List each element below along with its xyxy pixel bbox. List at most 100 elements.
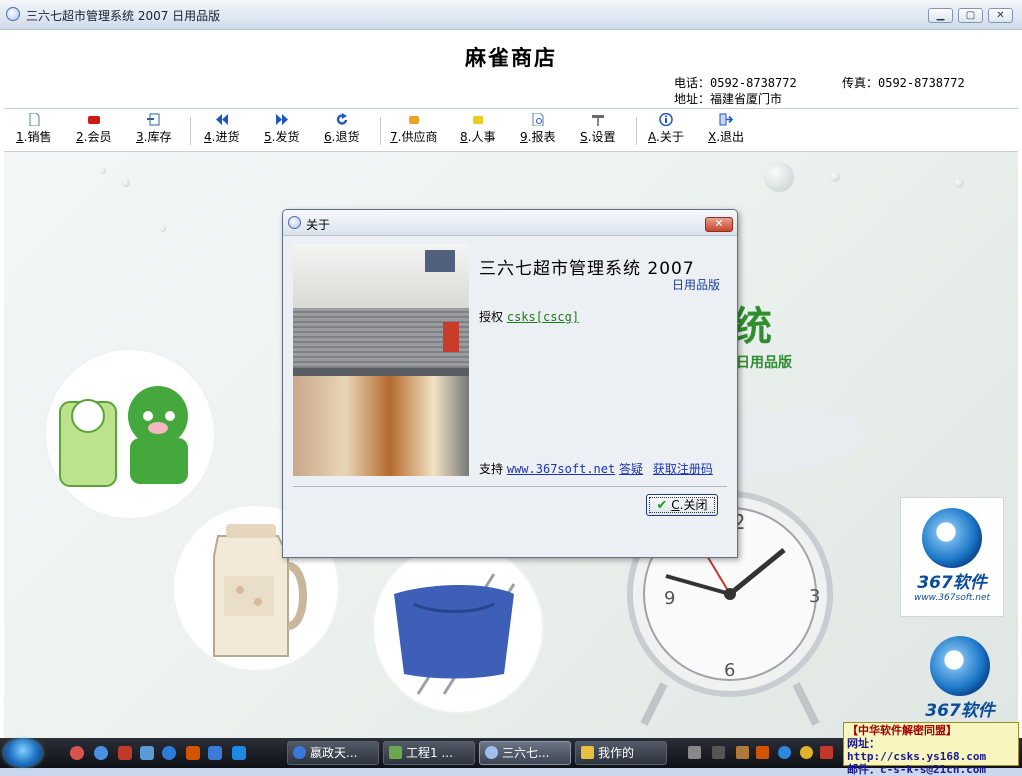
tray-icon[interactable]: [736, 746, 749, 759]
supplier-icon: [408, 116, 419, 124]
toolbar-supplier-key: 7: [390, 130, 398, 144]
support-url-link[interactable]: www.367soft.net: [507, 462, 615, 476]
tray-icon[interactable]: [820, 746, 833, 759]
close-button[interactable]: ✕: [988, 8, 1013, 23]
toolbar-personnel-key: 8: [460, 130, 468, 144]
taskbar-button[interactable]: 我作的: [575, 741, 667, 765]
dialog-title: 关于: [306, 218, 331, 232]
keyboard-icon[interactable]: [688, 746, 701, 759]
task-label: 嬴政天...: [310, 746, 358, 760]
swirl-logo-icon: [930, 636, 990, 696]
toolbar-about[interactable]: A.关于: [648, 111, 684, 149]
toolbar-member[interactable]: 2.会员: [76, 111, 111, 149]
quicklaunch-icon[interactable]: [186, 746, 200, 760]
toolbar-report[interactable]: 9.报表: [520, 111, 555, 149]
logo-brand: 367软件: [917, 573, 987, 593]
window-title: 三六七超市管理系统 2007 日用品版: [26, 9, 221, 23]
toolbar-settings-label: .设置: [587, 130, 616, 144]
supermarket-photo: [293, 244, 469, 476]
quicklaunch-icon[interactable]: [140, 746, 154, 760]
toolbar-about-key: A: [648, 130, 656, 144]
store-fax: 传真：0592-8738772: [842, 76, 965, 90]
clothes-rack-image: [394, 573, 516, 695]
exit-icon: [719, 113, 734, 126]
store-header: 麻雀商店 电话：0592-8738772 传真：0592-8738772 地址：…: [4, 30, 1018, 108]
task-icon: [485, 746, 498, 759]
quicklaunch-icon[interactable]: [70, 746, 84, 760]
toolbar-member-key: 2: [76, 130, 84, 144]
about-dialog: 关于 ✕ 三六七超市管理系统 2007 日用品版 授权 csks[cscg] 支…: [282, 209, 738, 558]
dialog-close-action-button[interactable]: ✔ C.关闭: [646, 494, 718, 516]
toolbar-purchase[interactable]: 4.进货: [204, 111, 239, 149]
start-button[interactable]: [4, 739, 42, 767]
toolbar-ship[interactable]: 5.发货: [264, 111, 299, 149]
taskbar-button-active[interactable]: 三六七...: [479, 741, 571, 765]
tray-icon[interactable]: [778, 746, 791, 759]
license-label: 授权: [479, 310, 504, 324]
logo-site: www.367soft.net: [913, 593, 991, 603]
toolbar-inventory-label: .库存: [143, 130, 172, 144]
get-registration-code-link[interactable]: 获取注册码: [653, 462, 713, 476]
bg-edition-text: 日用品版: [736, 355, 792, 371]
store-address: 地址：福建省厦门市: [674, 92, 783, 106]
toolbar-supplier[interactable]: 7.供应商: [390, 111, 437, 149]
window-titlebar[interactable]: 三六七超市管理系统 2007 日用品版 ▁ ▢ ✕: [0, 0, 1022, 30]
toolbar-inventory-key: 3: [136, 130, 144, 144]
minimize-button[interactable]: ▁: [928, 8, 953, 23]
faq-link[interactable]: 答疑: [619, 462, 643, 476]
close-key: C: [671, 498, 680, 512]
toolbar-separator: [380, 117, 381, 145]
toolbar-exit-key: X: [708, 130, 717, 144]
quicklaunch-icon[interactable]: [118, 746, 132, 760]
document-icon: [29, 113, 40, 126]
main-toolbar: 1.销售 2.会员 3.库存 4.进货 5.发货 6.退货 7.供应商 8.人事…: [4, 108, 1018, 152]
tray-icon[interactable]: [756, 746, 769, 759]
taskbar-button[interactable]: 工程1 ...: [383, 741, 475, 765]
tray-icon[interactable]: [800, 746, 813, 759]
decor-bubble: [954, 178, 964, 188]
dialog-app-name: 三六七超市管理系统 2007: [479, 259, 695, 279]
taskbar-button[interactable]: 嬴政天...: [287, 741, 379, 765]
decor-bubble: [100, 168, 106, 174]
task-icon: [581, 746, 594, 759]
toolbar-personnel[interactable]: 8.人事: [460, 111, 495, 149]
toolbar-return-key: 6: [324, 130, 332, 144]
inventory-icon: [146, 113, 160, 126]
checkmark-icon: ✔: [656, 498, 668, 513]
quicklaunch-icon[interactable]: [94, 746, 108, 760]
task-label: 三六七...: [502, 746, 550, 760]
tray-icon[interactable]: [712, 746, 725, 759]
banner-line-2: 网址：http://csks.ys168.com: [847, 737, 987, 763]
maximize-button[interactable]: ▢: [958, 8, 983, 23]
toolbar-return[interactable]: 6.退货: [324, 111, 359, 149]
license-value[interactable]: csks[cscg]: [507, 310, 579, 324]
license-row: 授权 csks[cscg]: [479, 308, 579, 325]
logo-brand-2: 367软件: [925, 701, 995, 721]
dialog-edition: 日用品版: [672, 278, 721, 292]
close-label: .关闭: [679, 498, 708, 512]
ie-browser-icon[interactable]: [162, 746, 176, 760]
quicklaunch-icon[interactable]: [232, 746, 246, 760]
task-icon: [389, 746, 402, 759]
toolbar-about-label: .关于: [656, 130, 684, 144]
arrow-right-icon: [275, 114, 288, 125]
svg-text:9: 9: [664, 588, 675, 609]
toolbar-settings-key: S: [580, 130, 588, 144]
task-label: 工程1 ...: [406, 746, 453, 760]
report-icon: [532, 113, 544, 126]
dialog-app-icon: [288, 216, 301, 229]
toolbar-ship-label: .发货: [271, 130, 300, 144]
dialog-close-button[interactable]: ✕: [705, 217, 733, 232]
quicklaunch-icon[interactable]: [208, 746, 222, 760]
decor-bubble: [830, 172, 840, 182]
toolbar-report-label: .报表: [527, 130, 556, 144]
toolbar-member-label: .会员: [83, 130, 112, 144]
toolbar-sales[interactable]: 1.销售: [16, 111, 51, 149]
member-card-icon: [87, 116, 100, 124]
app-icon: [6, 7, 20, 21]
cups-image: [59, 386, 188, 487]
toolbar-inventory[interactable]: 3.库存: [136, 111, 171, 149]
toolbar-settings[interactable]: S.设置: [580, 111, 615, 149]
toolbar-exit[interactable]: X.退出: [708, 111, 744, 149]
dialog-titlebar[interactable]: 关于 ✕: [283, 210, 737, 236]
